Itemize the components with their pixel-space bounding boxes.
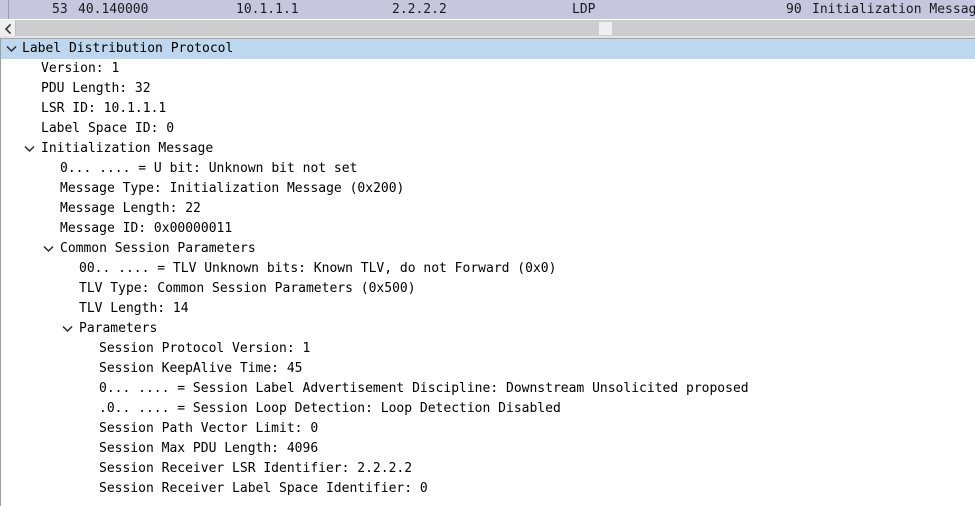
tree-row-label: Common Session Parameters	[60, 241, 256, 256]
chevron-down-icon[interactable]	[4, 39, 18, 59]
tree-row-label: Session Path Vector Limit: 0	[99, 421, 319, 436]
tree-row[interactable]: Message Type: Initialization Message (0x…	[1, 179, 975, 199]
horizontal-scrollbar[interactable]	[0, 20, 975, 39]
tree-row[interactable]: 00.. .... = TLV Unknown bits: Known TLV,…	[1, 259, 975, 279]
tree-row-label: Message ID: 0x00000011	[60, 221, 233, 236]
packet-no-cell: 53	[52, 2, 68, 17]
tree-row[interactable]: Version: 1	[1, 59, 975, 79]
tree-row-label: Session Max PDU Length: 4096	[99, 441, 319, 456]
tree-row-label: Session Receiver LSR Identifier: 2.2.2.2	[99, 461, 413, 476]
packet-protocol-cell: LDP	[572, 2, 596, 17]
tree-row[interactable]: Label Distribution Protocol	[1, 39, 975, 59]
tree-row[interactable]: Message ID: 0x00000011	[1, 219, 975, 239]
tree-row-label: Message Type: Initialization Message (0x…	[60, 181, 405, 196]
packet-destination-cell: 2.2.2.2	[392, 2, 447, 17]
chevron-down-icon[interactable]	[41, 239, 55, 259]
tree-row-label: Session KeepAlive Time: 45	[99, 361, 303, 376]
tree-row[interactable]: LSR ID: 10.1.1.1	[1, 99, 975, 119]
tree-row-label: 00.. .... = TLV Unknown bits: Known TLV,…	[79, 261, 557, 276]
scrollbar-track[interactable]	[16, 20, 975, 36]
tree-row-label: 0... .... = U bit: Unknown bit not set	[60, 161, 358, 176]
tree-row-label: TLV Type: Common Session Parameters (0x5…	[79, 281, 416, 296]
tree-row[interactable]: PDU Length: 32	[1, 79, 975, 99]
scrollbar-thumb[interactable]	[599, 22, 612, 35]
packet-info-cell: Initialization Message	[812, 2, 975, 17]
packet-list-row[interactable]: 53 40.140000 10.1.1.1 2.2.2.2 LDP 90 Ini…	[0, 0, 975, 19]
tree-row-label: 0... .... = Session Label Advertisement …	[99, 381, 749, 396]
tree-row-label: Initialization Message	[41, 141, 214, 156]
packet-time-cell: 40.140000	[78, 2, 149, 17]
scrollbar-baseline	[0, 36, 975, 38]
tree-row[interactable]: Session Path Vector Limit: 0	[1, 419, 975, 439]
tree-row-label: Message Length: 22	[60, 201, 201, 216]
tree-row[interactable]: Session Receiver LSR Identifier: 2.2.2.2	[1, 459, 975, 479]
tree-row[interactable]: TLV Type: Common Session Parameters (0x5…	[1, 279, 975, 299]
tree-row[interactable]: Session Max PDU Length: 4096	[1, 439, 975, 459]
tree-row[interactable]: 0... .... = Session Label Advertisement …	[1, 379, 975, 399]
tree-row-label: LSR ID: 10.1.1.1	[41, 101, 167, 116]
tree-row[interactable]: Label Space ID: 0	[1, 119, 975, 139]
tree-row[interactable]: TLV Length: 14	[1, 299, 975, 319]
chevron-down-icon[interactable]	[22, 139, 36, 159]
tree-row-label: Parameters	[79, 321, 158, 336]
tree-row[interactable]: Initialization Message	[1, 139, 975, 159]
chevron-left-icon	[4, 24, 12, 34]
tree-row-label: Session Protocol Version: 1	[99, 341, 311, 356]
packet-list-gutter	[0, 0, 9, 19]
packet-length-cell: 90	[786, 2, 802, 17]
tree-row[interactable]: Session KeepAlive Time: 45	[1, 359, 975, 379]
packet-source-cell: 10.1.1.1	[236, 2, 299, 17]
tree-row[interactable]: Session Protocol Version: 1	[1, 339, 975, 359]
tree-row-label: Session Receiver Label Space Identifier:…	[99, 481, 428, 496]
tree-row[interactable]: 0... .... = U bit: Unknown bit not set	[1, 159, 975, 179]
tree-row[interactable]: Message Length: 22	[1, 199, 975, 219]
tree-row[interactable]: Common Session Parameters	[1, 239, 975, 259]
tree-row[interactable]: .0.. .... = Session Loop Detection: Loop…	[1, 399, 975, 419]
packet-detail-tree[interactable]: Label Distribution Protocol Version: 1 PDU…	[0, 39, 975, 506]
tree-row-label: TLV Length: 14	[79, 301, 189, 316]
tree-row-label: Label Distribution Protocol	[22, 41, 234, 56]
tree-row-label: Label Space ID: 0	[41, 121, 175, 136]
tree-row-label: PDU Length: 32	[41, 81, 151, 96]
tree-row-label: .0.. .... = Session Loop Detection: Loop…	[99, 401, 561, 416]
chevron-down-icon[interactable]	[60, 319, 74, 339]
tree-row-label: Version: 1	[41, 61, 120, 76]
packet-list: 53 40.140000 10.1.1.1 2.2.2.2 LDP 90 Ini…	[0, 0, 975, 20]
tree-row[interactable]: Parameters	[1, 319, 975, 339]
tree-row[interactable]: Session Receiver Label Space Identifier:…	[1, 479, 975, 499]
